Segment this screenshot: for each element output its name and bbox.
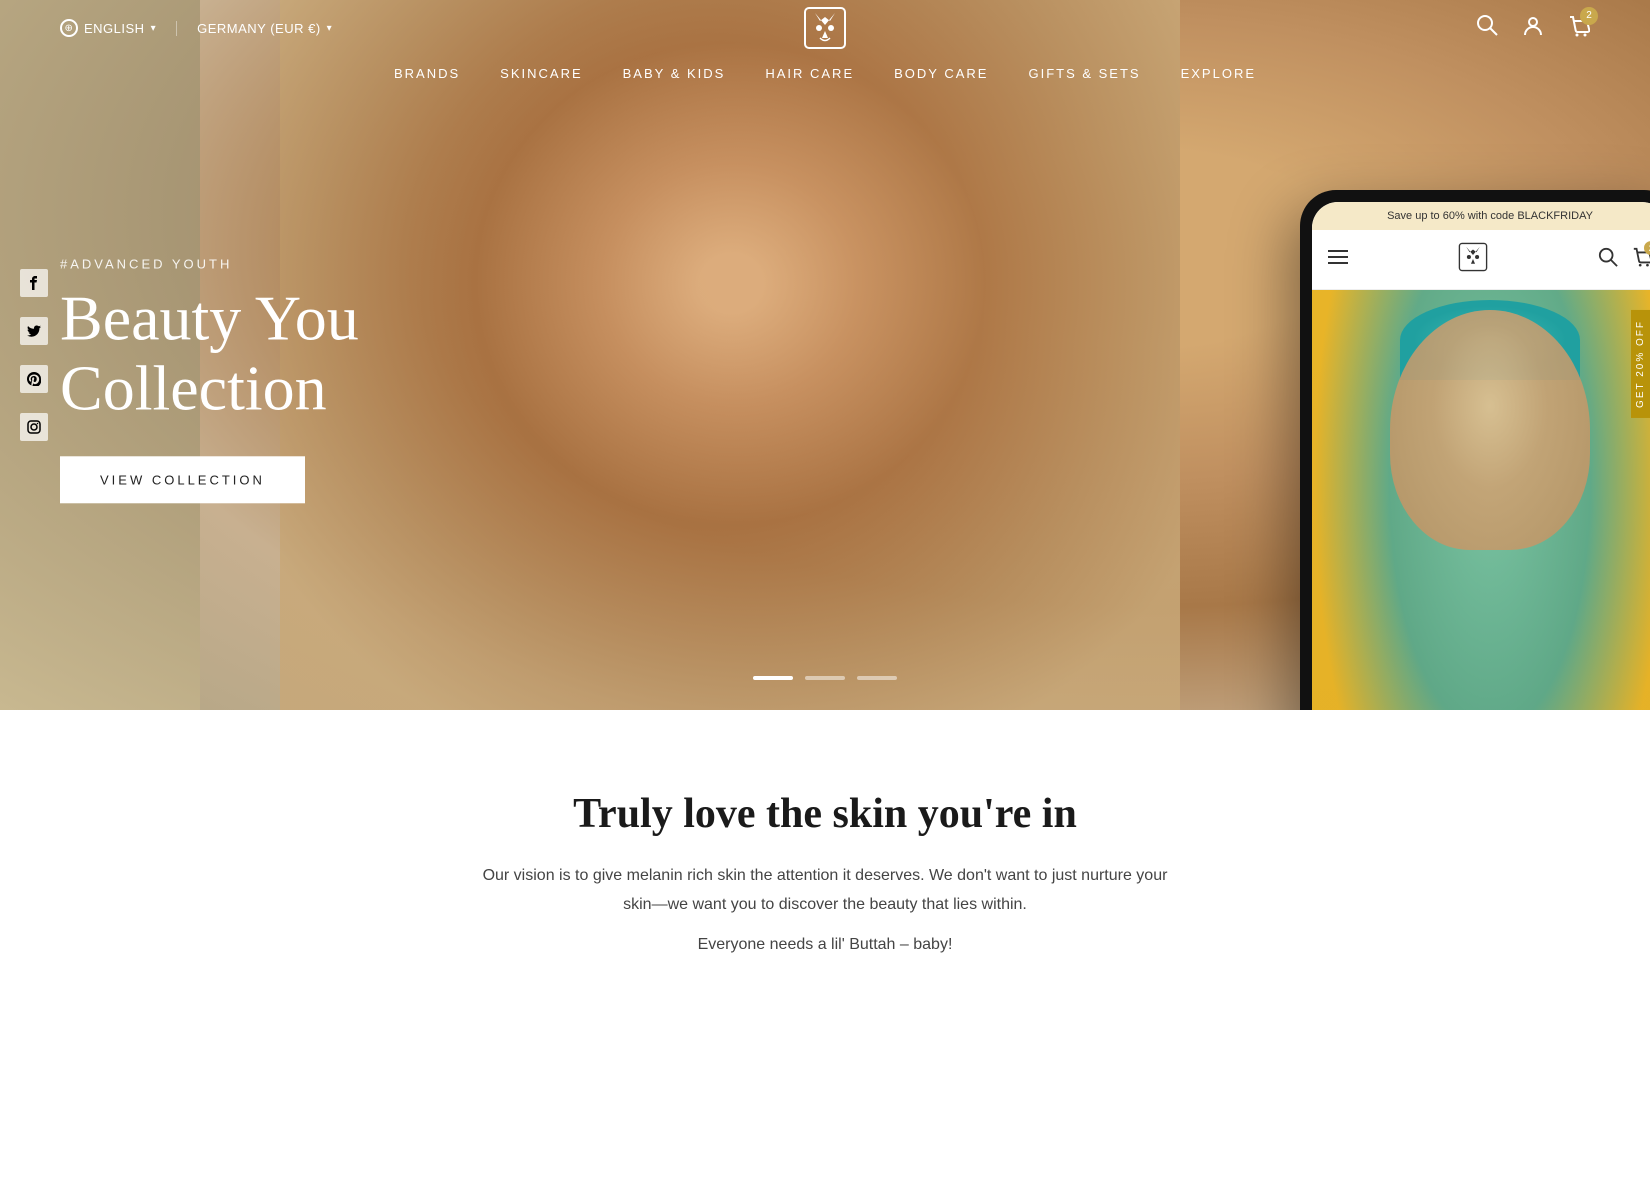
region-selector[interactable]: GERMANY (EUR €) ▾	[176, 21, 332, 36]
header: ⊕ ENGLISH ▾ GERMANY (EUR €) ▾	[0, 0, 1650, 91]
cart-button[interactable]: 2	[1568, 15, 1590, 42]
mobile-search-icon[interactable]	[1598, 247, 1618, 272]
header-top-left: ⊕ ENGLISH ▾ GERMANY (EUR €) ▾	[60, 19, 332, 37]
social-bar	[20, 269, 48, 441]
side-promo-strip[interactable]: GET 20% OFF	[1631, 310, 1650, 418]
site-logo[interactable]	[800, 3, 850, 53]
mobile-nav-icons: 2	[1598, 247, 1650, 272]
account-icon[interactable]	[1522, 14, 1544, 42]
region-label: GERMANY (EUR €)	[197, 21, 321, 36]
hero-title-line2: Collection	[60, 353, 327, 424]
dot-2[interactable]	[805, 676, 845, 680]
lang-chevron-icon: ▾	[151, 23, 157, 34]
region-chevron-icon: ▾	[327, 23, 333, 34]
nav-baby-kids[interactable]: BABY & KIDS	[623, 66, 726, 81]
globe-icon: ⊕	[60, 19, 78, 37]
nav-body-care[interactable]: BODY CARE	[894, 66, 988, 81]
nav-hair-care[interactable]: HAIR CARE	[765, 66, 854, 81]
section-tagline: Everyone needs a lil' Buttah – baby!	[60, 936, 1590, 954]
search-icon[interactable]	[1476, 14, 1498, 42]
dot-3[interactable]	[857, 676, 897, 680]
hero-hashtag: #ADVANCED YOUTH	[60, 256, 359, 271]
main-nav: BRANDS SKINCARE BABY & KIDS HAIR CARE BO…	[394, 56, 1256, 91]
section-description: Our vision is to give melanin rich skin …	[475, 862, 1175, 920]
mobile-mockup: Save up to 60% with code BLACKFRIDAY	[1300, 190, 1650, 710]
nav-explore[interactable]: EXPLORE	[1181, 66, 1256, 81]
language-label: ENGLISH	[84, 21, 145, 36]
facebook-icon[interactable]	[20, 269, 48, 297]
nav-brands[interactable]: BRANDS	[394, 66, 460, 81]
hero-person-image	[280, 0, 1180, 710]
language-selector[interactable]: ⊕ ENGLISH ▾	[60, 19, 156, 37]
mobile-face-sim	[1390, 310, 1590, 550]
below-hero-section: Truly love the skin you're in Our vision…	[0, 710, 1650, 1014]
slider-dots	[753, 676, 897, 680]
view-collection-button[interactable]: VIEW COLLECTION	[60, 456, 305, 503]
header-top-right: 2	[1476, 14, 1590, 42]
nav-skincare[interactable]: SKINCARE	[500, 66, 582, 81]
cart-count-badge: 2	[1580, 7, 1598, 25]
hero-title-line1: Beauty You	[60, 282, 359, 353]
dot-1[interactable]	[753, 676, 793, 680]
hero-title: Beauty You Collection	[60, 283, 359, 424]
hero-section: #ADVANCED YOUTH Beauty You Collection VI…	[0, 0, 1650, 710]
twitter-icon[interactable]	[20, 317, 48, 345]
mobile-hero-area: #ADVANCED YOUTH Beauty You Collection VI…	[1312, 290, 1650, 710]
mobile-cart-button[interactable]: 2	[1632, 247, 1650, 272]
mobile-promo-banner: Save up to 60% with code BLACKFRIDAY	[1312, 202, 1650, 230]
mobile-screen: Save up to 60% with code BLACKFRIDAY	[1312, 202, 1650, 710]
mobile-menu-icon[interactable]	[1328, 249, 1348, 270]
section-title: Truly love the skin you're in	[60, 790, 1590, 838]
instagram-icon[interactable]	[20, 413, 48, 441]
nav-gifts-sets[interactable]: GIFTS & SETS	[1028, 66, 1140, 81]
mobile-logo[interactable]	[1456, 240, 1490, 279]
hero-content: #ADVANCED YOUTH Beauty You Collection VI…	[60, 256, 359, 503]
header-top: ⊕ ENGLISH ▾ GERMANY (EUR €) ▾	[0, 0, 1650, 56]
mobile-nav: 2	[1312, 230, 1650, 290]
pinterest-icon[interactable]	[20, 365, 48, 393]
